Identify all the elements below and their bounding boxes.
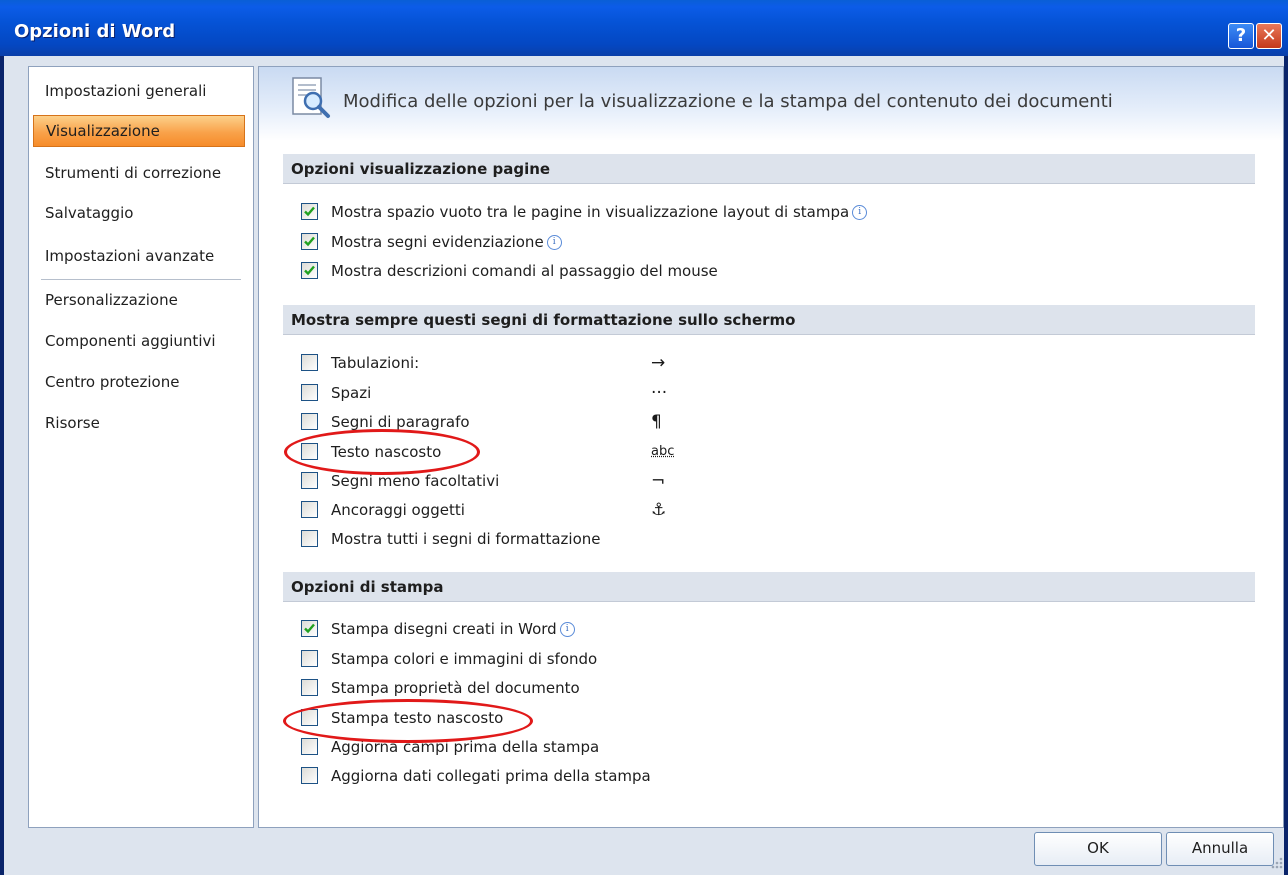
option-label: Mostra spazio vuoto tra le pagine in vis… [331,203,850,221]
checkbox[interactable] [301,413,318,430]
checkbox[interactable] [301,767,318,784]
option-mostra-tutti-i-segni[interactable]: Mostra tutti i segni di formattazione [301,527,1101,553]
pilcrow-icon: ¶ [651,412,662,432]
checkbox[interactable] [301,262,318,279]
option-mostra-segni-evidenziazione[interactable]: Mostra segni evidenziazione i [301,230,1101,256]
checkbox[interactable] [301,233,318,250]
checkbox[interactable] [301,650,318,667]
sidebar: Impostazioni generali Visualizzazione St… [28,66,254,828]
option-mostra-descrizioni-comandi[interactable]: Mostra descrizioni comandi al passaggio … [301,259,1101,285]
option-ancoraggi-oggetti[interactable]: Ancoraggi oggetti ⚓ [301,498,1101,524]
info-icon: i [852,205,868,220]
anchor-icon: ⚓ [651,500,667,520]
option-label: Mostra tutti i segni di formattazione [331,530,601,548]
main-panel: Modifica delle opzioni per la visualizza… [258,66,1284,828]
sidebar-item-salvataggio[interactable]: Salvataggio [33,197,245,229]
option-label: Stampa proprietà del documento [331,679,580,697]
checkbox[interactable] [301,203,318,220]
tab-arrow-icon: → [651,353,666,373]
ok-button[interactable]: OK [1034,832,1162,866]
title-bar[interactable]: Opzioni di Word ? ✕ [0,0,1288,56]
checkmark-icon [304,236,315,247]
resize-grip-icon[interactable] [1268,852,1284,870]
checkbox[interactable] [301,384,318,401]
checkbox[interactable] [301,530,318,547]
checkbox[interactable] [301,679,318,696]
checkmark-icon [304,265,315,276]
checkmark-icon [304,623,315,634]
space-dots-icon: ··· [651,383,668,403]
option-label: Mostra descrizioni comandi al passaggio … [331,262,718,280]
not-sign-icon: ¬ [651,471,666,491]
sidebar-item-strumenti-di-correzione[interactable]: Strumenti di correzione [33,157,245,189]
cancel-button[interactable]: Annulla [1166,832,1274,866]
sidebar-item-risorse[interactable]: Risorse [33,407,245,439]
info-icon: i [559,622,575,637]
sidebar-divider [41,279,241,280]
checkbox[interactable] [301,738,318,755]
checkbox[interactable] [301,472,318,489]
sidebar-item-personalizzazione[interactable]: Personalizzazione [33,284,245,316]
checkmark-icon [304,206,315,217]
sidebar-item-impostazioni-avanzate[interactable]: Impostazioni avanzate [33,240,245,272]
section-segni-di-formattazione: Mostra sempre questi segni di formattazi… [283,305,1255,335]
info-icon: i [546,235,562,250]
option-label: Ancoraggi oggetti [331,501,465,519]
option-aggiorna-dati-collegati[interactable]: Aggiorna dati collegati prima della stam… [301,764,1101,790]
option-label: Mostra segni evidenziazione [331,233,544,251]
checkbox[interactable] [301,501,318,518]
sidebar-item-visualizzazione[interactable]: Visualizzazione [33,115,245,147]
option-label: Stampa colori e immagini di sfondo [331,650,598,668]
option-tabulazioni[interactable]: Tabulazioni: → [301,351,1101,377]
option-spazi[interactable]: Spazi ··· [301,381,1101,407]
window-title: Opzioni di Word [14,21,176,42]
hidden-text-icon: abc [651,444,675,459]
option-label: Aggiorna dati collegati prima della stam… [331,767,651,785]
panel-header: Modifica delle opzioni per la visualizza… [259,67,1283,141]
dialog-window: Opzioni di Word ? ✕ Impostazioni general… [0,0,1288,875]
help-button[interactable]: ? [1228,23,1254,49]
document-magnifier-icon [292,77,330,118]
sidebar-item-centro-protezione[interactable]: Centro protezione [33,366,245,398]
checkbox[interactable] [301,354,318,371]
checkbox[interactable] [301,620,318,637]
section-opzioni-visualizzazione-pagine: Opzioni visualizzazione pagine [283,154,1255,184]
option-label: Tabulazioni: [331,354,420,372]
annotation-ellipse [284,429,480,475]
panel-heading: Modifica delle opzioni per la visualizza… [343,91,1113,112]
annotation-ellipse [283,699,533,743]
option-label: Stampa disegni creati in Word [331,620,557,638]
option-label: Spazi [331,384,372,402]
section-opzioni-di-stampa: Opzioni di stampa [283,572,1255,602]
sidebar-item-impostazioni-generali[interactable]: Impostazioni generali [33,75,245,107]
option-stampa-proprieta[interactable]: Stampa proprietà del documento [301,676,1101,702]
option-mostra-spazio-vuoto[interactable]: Mostra spazio vuoto tra le pagine in vis… [301,200,1101,226]
sidebar-item-componenti-aggiuntivi[interactable]: Componenti aggiuntivi [33,325,245,357]
close-button[interactable]: ✕ [1256,23,1282,49]
option-stampa-disegni[interactable]: Stampa disegni creati in Word i [301,617,1101,643]
option-stampa-colori[interactable]: Stampa colori e immagini di sfondo [301,647,1101,673]
